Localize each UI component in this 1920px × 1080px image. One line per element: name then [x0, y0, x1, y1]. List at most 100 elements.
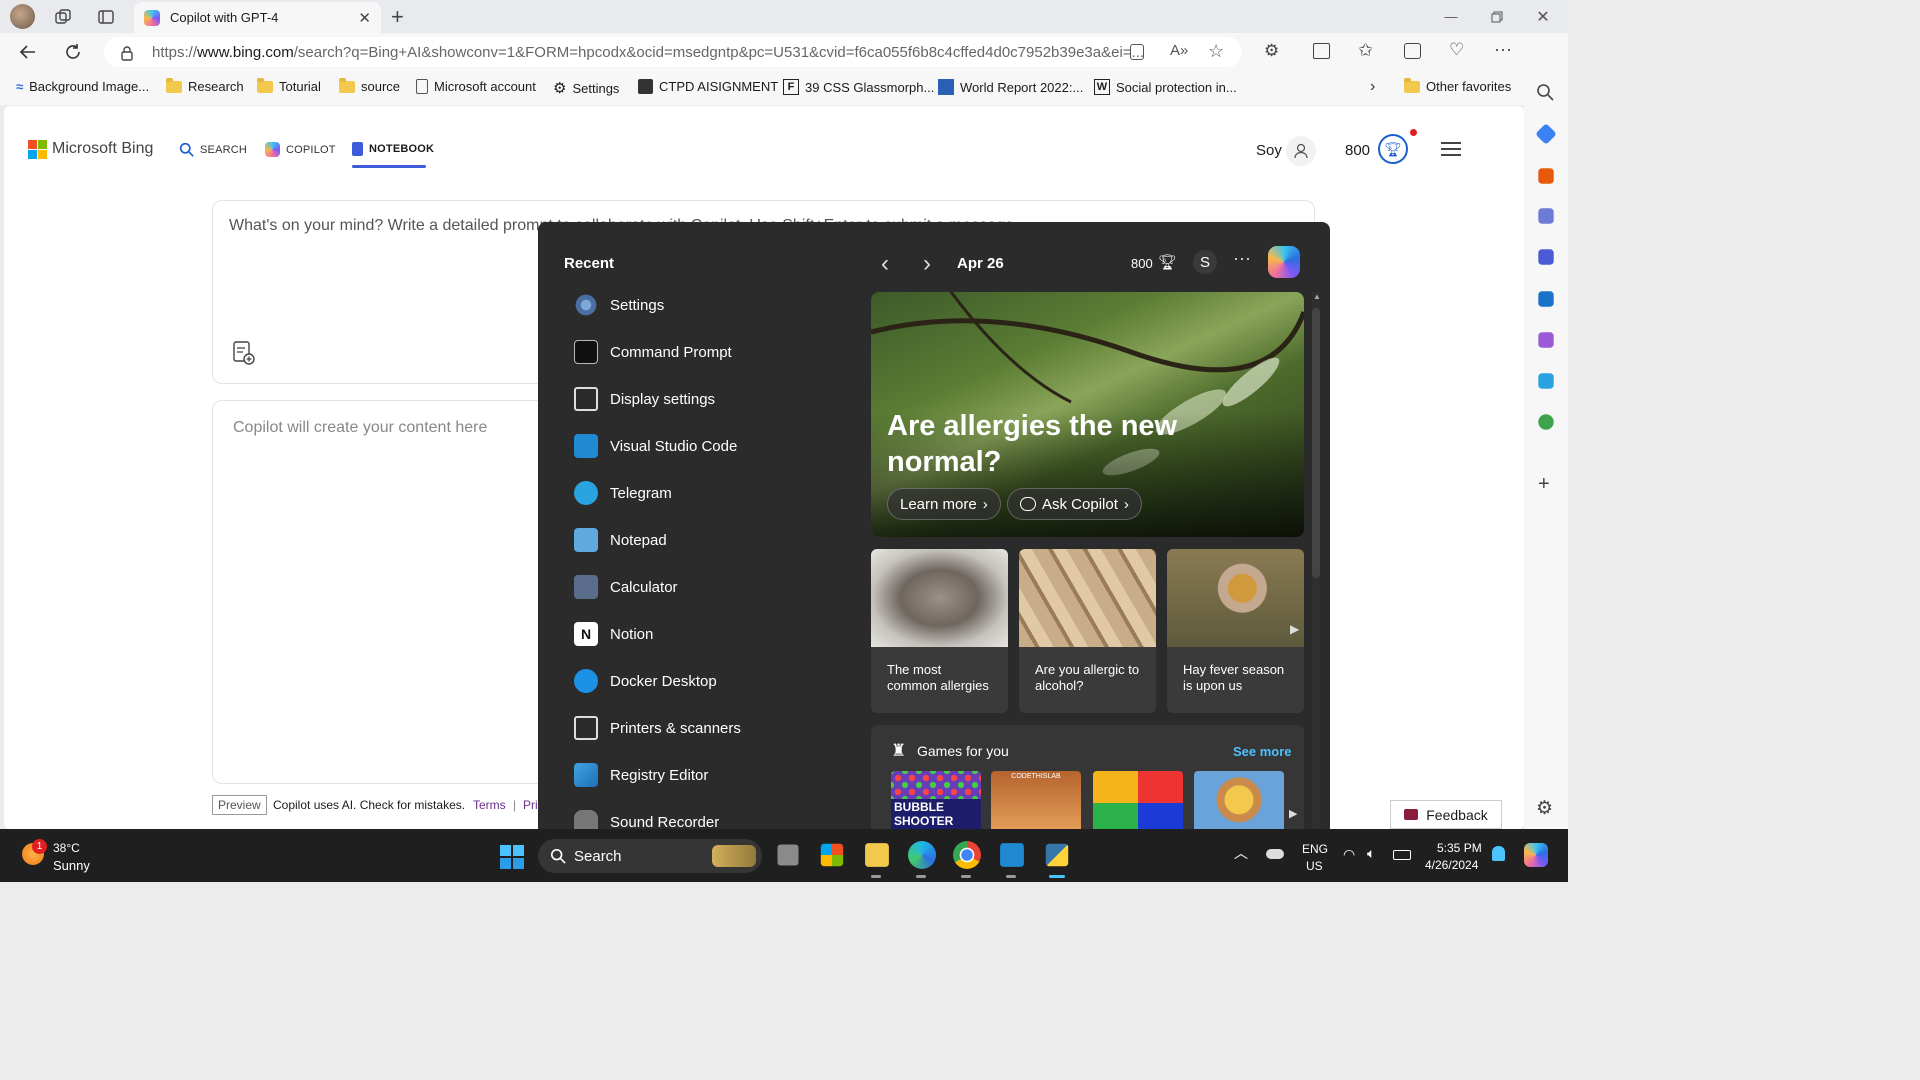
see-more-link[interactable]: See more: [1233, 744, 1292, 759]
news-card[interactable]: The most common allergies: [871, 549, 1008, 713]
python-app-icon[interactable]: [1045, 843, 1069, 867]
next-day-chevron-icon[interactable]: ›: [923, 250, 931, 278]
favorite-item[interactable]: World Report 2022:...: [938, 79, 1083, 95]
add-sidebar-icon[interactable]: +: [1538, 473, 1550, 496]
clock-date[interactable]: 4/26/2024: [1425, 858, 1478, 872]
other-favorites-folder[interactable]: Other favorites: [1404, 77, 1511, 94]
vscode-icon[interactable]: [1000, 843, 1024, 867]
recent-item-notepad[interactable]: Notepad: [574, 522, 874, 558]
terms-link[interactable]: Terms: [473, 798, 506, 812]
close-tab-icon[interactable]: ✕: [358, 9, 371, 27]
feedback-button[interactable]: Feedback: [1390, 800, 1502, 829]
rewards-points[interactable]: 800: [1345, 142, 1370, 159]
minimize-button[interactable]: —: [1428, 0, 1474, 33]
collections-icon[interactable]: [1404, 43, 1421, 59]
favorite-item[interactable]: ≈ Background Image...: [16, 79, 149, 94]
chess-icon[interactable]: [1538, 208, 1554, 224]
toolbox-icon[interactable]: [1538, 168, 1554, 184]
game-bubble-shooter[interactable]: BUBBLE SHOOTER: [891, 771, 981, 829]
hero-card[interactable]: Are allergies the new normal? Learn more…: [871, 292, 1304, 537]
favorite-item[interactable]: ⚙ Settings: [553, 79, 619, 97]
favorite-item[interactable]: F 39 CSS Glassmorph...: [783, 79, 934, 95]
refresh-button[interactable]: [57, 36, 89, 68]
wifi-icon[interactable]: ◠: [1343, 846, 1355, 863]
tag-icon[interactable]: [1535, 123, 1557, 145]
widget-avatar[interactable]: S: [1193, 250, 1217, 274]
favorites-icon[interactable]: ✩: [1358, 40, 1373, 61]
language-eng[interactable]: ENG: [1302, 842, 1328, 856]
profile-avatar[interactable]: [10, 4, 35, 29]
recent-item-printers[interactable]: Printers & scanners: [574, 710, 874, 746]
sidebar-settings-icon[interactable]: ⚙: [1536, 797, 1553, 820]
recent-item-telegram[interactable]: Telegram: [574, 475, 874, 511]
active-tab[interactable]: Copilot with GPT-4 ✕: [134, 2, 381, 33]
outlook-icon[interactable]: [1538, 291, 1554, 307]
game-chess[interactable]: CODETHISLAB: [991, 771, 1081, 829]
recent-item-docker[interactable]: Docker Desktop: [574, 663, 874, 699]
tree-icon[interactable]: [1538, 414, 1554, 430]
copilot-logo-icon[interactable]: [1268, 246, 1300, 278]
hero-title[interactable]: Are allergies the new normal?: [887, 408, 1217, 480]
split-screen-icon[interactable]: [1313, 43, 1330, 59]
file-explorer-icon[interactable]: [865, 843, 889, 867]
news-card[interactable]: Hay fever season is upon us: [1167, 549, 1304, 713]
recent-item-notion[interactable]: N Notion: [574, 616, 874, 652]
recent-item-command-prompt[interactable]: Command Prompt: [574, 334, 874, 370]
favorite-folder[interactable]: Toturial: [257, 77, 321, 94]
game-blocks[interactable]: [1093, 771, 1183, 829]
clock-time[interactable]: 5:35 PM: [1437, 841, 1482, 855]
vertical-tabs-icon[interactable]: [97, 8, 115, 26]
widget-more-icon[interactable]: ···: [1233, 248, 1251, 269]
recent-item-registry-editor[interactable]: Registry Editor: [574, 757, 874, 793]
favorite-folder[interactable]: Research: [166, 77, 244, 94]
language-us[interactable]: US: [1306, 859, 1323, 873]
search-icon[interactable]: [1536, 83, 1554, 101]
telegram-icon[interactable]: [1538, 373, 1554, 389]
recent-item-display-settings[interactable]: Display settings: [574, 381, 874, 417]
bing-logo-text[interactable]: Microsoft Bing: [52, 140, 153, 158]
user-name[interactable]: Soy: [1256, 142, 1282, 159]
trophy-icon[interactable]: 🏆︎: [1158, 253, 1177, 271]
workspaces-icon[interactable]: [54, 8, 72, 26]
ask-copilot-button[interactable]: Ask Copilot ›: [1007, 488, 1142, 520]
new-tab-button[interactable]: +: [391, 4, 404, 30]
battery-icon[interactable]: [1393, 850, 1411, 860]
onedrive-cloud-icon[interactable]: [1266, 849, 1284, 859]
widget-scrollbar[interactable]: [1312, 292, 1320, 829]
games-scroll-right-icon[interactable]: ▶: [1289, 807, 1297, 820]
privacy-link[interactable]: Pri: [523, 798, 538, 812]
notification-bell-icon[interactable]: [1492, 846, 1505, 861]
favorite-item[interactable]: W Social protection in...: [1094, 79, 1237, 95]
game-miner[interactable]: [1194, 771, 1284, 829]
designer-icon[interactable]: [1538, 332, 1554, 348]
more-menu-icon[interactable]: ···: [1494, 39, 1512, 60]
learn-more-button[interactable]: Learn more ›: [887, 488, 1001, 520]
scroll-up-icon[interactable]: ▲: [1313, 292, 1321, 301]
favorite-item[interactable]: Microsoft account: [416, 79, 536, 94]
news-card[interactable]: Are you allergic to alcohol?: [1019, 549, 1156, 713]
task-view-icon[interactable]: [777, 844, 799, 866]
recent-item-vscode[interactable]: Visual Studio Code: [574, 428, 874, 464]
favorite-star-icon[interactable]: ☆: [1208, 41, 1224, 62]
restore-button[interactable]: [1474, 0, 1520, 33]
close-window-button[interactable]: ✕: [1520, 0, 1566, 33]
recent-item-sound-recorder[interactable]: Sound Recorder: [574, 804, 874, 829]
weather-condition[interactable]: Sunny: [53, 858, 90, 873]
cards-scroll-right-icon[interactable]: ▶: [1290, 622, 1299, 636]
copilot-taskbar-icon[interactable]: [1524, 843, 1548, 867]
volume-icon[interactable]: 🔈︎: [1367, 845, 1375, 862]
back-button[interactable]: [12, 36, 44, 68]
favorite-folder[interactable]: source: [339, 77, 400, 94]
add-notes-icon[interactable]: [233, 341, 255, 365]
copilot-app-icon[interactable]: [1538, 249, 1554, 265]
chrome-icon[interactable]: [953, 841, 981, 869]
extensions-icon[interactable]: ⚙: [1264, 41, 1279, 61]
weather-temp[interactable]: 38°C: [53, 841, 80, 855]
more-favorites-chevron-icon[interactable]: ›: [1370, 78, 1375, 96]
prev-day-chevron-icon[interactable]: ‹: [881, 250, 889, 278]
immersive-reader-icon[interactable]: [1130, 44, 1144, 60]
store-icon[interactable]: [820, 843, 844, 867]
address-bar[interactable]: https://www.bing.com/search?q=Bing+AI&sh…: [104, 37, 1242, 67]
windows-start-icon[interactable]: [500, 845, 524, 869]
nav-search[interactable]: SEARCH: [179, 142, 247, 157]
